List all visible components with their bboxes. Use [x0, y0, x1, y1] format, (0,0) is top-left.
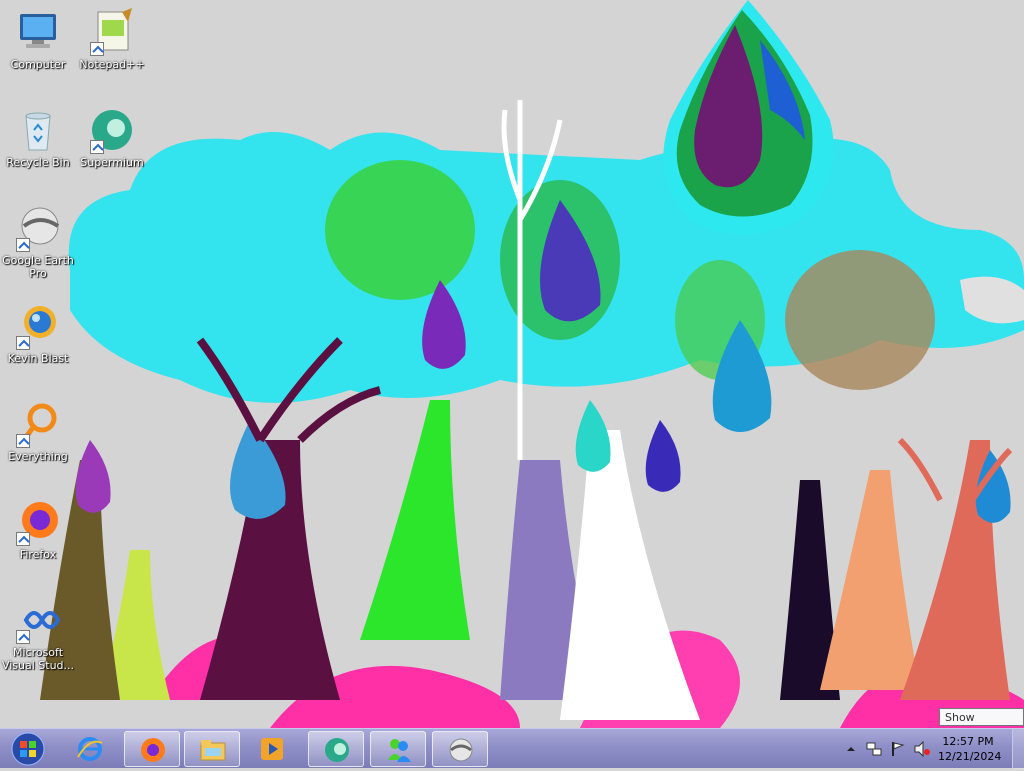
desktop-icon-label: Kevin Blast — [7, 352, 69, 365]
file-explorer-icon — [200, 740, 226, 761]
taskbar-supermium[interactable] — [308, 731, 364, 767]
shortcut-arrow-icon — [16, 238, 30, 252]
desktop-icon-label: Microsoft Visual Stud... — [1, 646, 75, 672]
desktop-icon-kevin-blast[interactable]: Kevin Blast — [0, 302, 76, 365]
action-center-flag-icon[interactable] — [890, 741, 906, 757]
computer-icon — [20, 14, 56, 48]
desktop-icon-label: Supermium — [80, 156, 144, 169]
desktop-icon-label: Notepad++ — [79, 58, 145, 71]
desktop-icon-label: Everything — [8, 450, 68, 463]
shortcut-arrow-icon — [16, 532, 30, 546]
google-earth-pro-icon — [449, 738, 473, 762]
messenger-icon — [388, 739, 411, 762]
desktop-icon-label: Google Earth Pro — [2, 254, 74, 280]
desktop-icon-notepad-plus-plus[interactable]: Notepad++ — [74, 8, 150, 71]
taskbar-file-explorer[interactable] — [184, 731, 240, 767]
shortcut-arrow-icon — [16, 434, 30, 448]
show-desktop-button[interactable] — [1012, 729, 1024, 769]
desktop-icon-label: Computer — [10, 58, 66, 71]
clock-time: 12:57 PM — [942, 735, 994, 748]
start-button[interactable] — [6, 731, 50, 767]
desktop-icon-supermium[interactable]: Supermium — [74, 106, 150, 169]
media-player-icon — [261, 738, 283, 760]
desktop-icon-label: Firefox — [19, 548, 57, 561]
shortcut-arrow-icon — [16, 336, 30, 350]
supermium-icon — [325, 738, 349, 762]
desktop-icon-computer[interactable]: Computer — [0, 8, 76, 71]
volume-muted-icon[interactable] — [914, 741, 930, 757]
desktop-icon-google-earth-pro[interactable]: Google Earth Pro — [0, 204, 76, 280]
recycle-bin-icon — [25, 112, 51, 151]
system-clock[interactable]: 12:57 PM 12/21/2024 — [938, 734, 1002, 764]
taskbar-internet-explorer[interactable] — [62, 731, 118, 767]
taskbar-messenger[interactable] — [370, 731, 426, 767]
taskbar-firefox[interactable] — [124, 731, 180, 767]
shortcut-arrow-icon — [90, 42, 104, 56]
desktop-icon-recycle-bin[interactable]: Recycle Bin — [0, 106, 76, 169]
taskbar-google-earth-pro[interactable] — [432, 731, 488, 767]
taskbar: 12:57 PM 12/21/2024 — [0, 728, 1024, 769]
show-hidden-icons-chevron-icon[interactable] — [846, 744, 856, 754]
desktop-icon-visual-studio[interactable]: Microsoft Visual Stud... — [0, 596, 76, 672]
network-icon[interactable] — [866, 741, 882, 757]
firefox-icon — [141, 738, 165, 762]
desktop-wallpaper — [0, 0, 1024, 728]
shortcut-arrow-icon — [90, 140, 104, 154]
desktop-icon-label: Recycle Bin — [6, 156, 70, 169]
internet-explorer-icon — [77, 737, 103, 761]
start-orb-icon — [11, 732, 45, 766]
clock-date: 12/21/2024 — [938, 750, 1002, 763]
desktop-icon-firefox[interactable]: Firefox — [0, 498, 76, 561]
show-desktop-tooltip: Show desktop — [939, 708, 1024, 741]
desktop-icon-everything[interactable]: Everything — [0, 400, 76, 463]
shortcut-arrow-icon — [16, 630, 30, 644]
taskbar-media-player[interactable] — [244, 731, 300, 767]
